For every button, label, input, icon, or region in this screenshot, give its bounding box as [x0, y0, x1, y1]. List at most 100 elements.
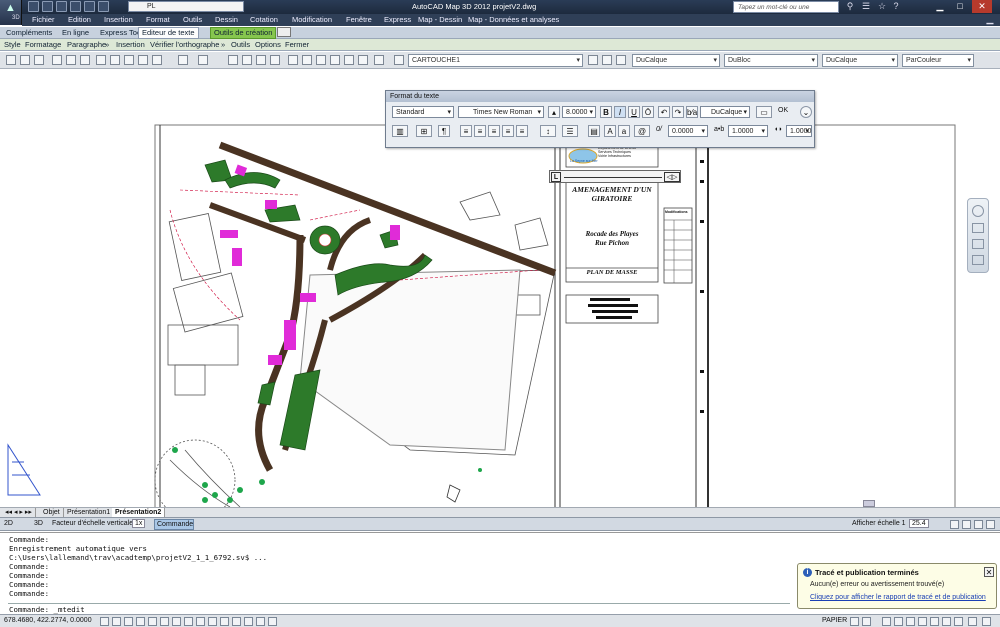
- snap-icon[interactable]: [112, 617, 121, 626]
- uppercase-icon[interactable]: A: [604, 125, 616, 137]
- panel-fermer[interactable]: Fermer: [285, 40, 309, 49]
- close-icon[interactable]: ✕: [984, 567, 994, 577]
- plot-icon[interactable]: [70, 1, 81, 12]
- mtext-ruler[interactable]: L ◁▷: [549, 170, 681, 183]
- match-properties-icon[interactable]: [138, 55, 148, 65]
- zoom-icon[interactable]: [972, 239, 984, 249]
- menu-insertion[interactable]: Insertion: [104, 15, 133, 24]
- otrack-icon[interactable]: [184, 617, 193, 626]
- italic-button[interactable]: I: [614, 106, 626, 118]
- color-dropdown[interactable]: DuCalque: [632, 54, 720, 67]
- print-icon[interactable]: [52, 55, 62, 65]
- annotative-icon[interactable]: ▴: [548, 106, 560, 118]
- stack-icon[interactable]: b⁄a: [686, 106, 698, 118]
- menu-cotation[interactable]: Cotation: [250, 15, 278, 24]
- favorites-star-icon[interactable]: ☆: [876, 1, 888, 12]
- columns-icon[interactable]: ▥: [392, 125, 408, 137]
- menu-format[interactable]: Format: [146, 15, 170, 24]
- sync-icon[interactable]: [974, 520, 983, 529]
- plot-tray-icon[interactable]: [930, 617, 939, 626]
- coordinates-readout[interactable]: 678.4680, 422.2774, 0.0000: [4, 617, 92, 624]
- menu-map-dessin[interactable]: Map - Dessin: [418, 15, 462, 24]
- isolate-objects-icon[interactable]: [918, 617, 927, 626]
- panel-style[interactable]: Style: [4, 40, 21, 49]
- distribute-icon[interactable]: ≡: [516, 125, 528, 137]
- design-center-icon[interactable]: [302, 55, 312, 65]
- cut-icon[interactable]: [96, 55, 106, 65]
- tab-outils-de-creation[interactable]: Outils de création: [210, 27, 277, 39]
- justify-icon[interactable]: ≡: [502, 125, 514, 137]
- block-editor-icon[interactable]: [152, 55, 162, 65]
- save-icon[interactable]: [56, 1, 67, 12]
- publish-icon[interactable]: [80, 55, 90, 65]
- menu-dessin[interactable]: Dessin: [215, 15, 238, 24]
- ruler-resize-icon[interactable]: ◁▷: [664, 172, 680, 182]
- panel-outils[interactable]: Outils: [231, 40, 250, 49]
- linetype-dropdown[interactable]: DuBloc: [724, 54, 818, 67]
- infer-constraints-icon[interactable]: [100, 617, 109, 626]
- ok-button[interactable]: OK: [778, 107, 788, 114]
- plotstyle-dropdown[interactable]: ParCouleur: [902, 54, 974, 67]
- text-color-dropdown[interactable]: DuCalque: [700, 106, 750, 118]
- quick-view-layouts-icon[interactable]: [850, 617, 859, 626]
- annotation-visibility-icon[interactable]: [950, 520, 959, 529]
- layer-previous-icon[interactable]: [602, 55, 612, 65]
- line-spacing-icon[interactable]: ↕: [540, 125, 556, 137]
- text-height-dropdown[interactable]: 8.0000: [562, 106, 596, 118]
- command-input[interactable]: Commande: _mtedit: [9, 605, 85, 614]
- quickcalc-icon[interactable]: [358, 55, 368, 65]
- make-current-layer-icon[interactable]: [588, 55, 598, 65]
- ortho-icon[interactable]: [136, 617, 145, 626]
- toolbar-lock-icon[interactable]: [894, 617, 903, 626]
- text-style-dropdown[interactable]: Standard: [392, 106, 454, 118]
- selection-cycling-icon[interactable]: [256, 617, 265, 626]
- app-status-icon[interactable]: [942, 617, 951, 626]
- ducs-icon[interactable]: [196, 617, 205, 626]
- numbering-icon[interactable]: ☰: [562, 125, 578, 137]
- view-3d-toggle[interactable]: 3D: [34, 520, 43, 527]
- clean-screen-icon[interactable]: [954, 617, 963, 626]
- osnap-icon[interactable]: [160, 617, 169, 626]
- orbit-icon[interactable]: [972, 255, 984, 265]
- save-icon[interactable]: [34, 55, 44, 65]
- menu-fichier[interactable]: Fichier: [32, 15, 55, 24]
- communication-center-icon[interactable]: ☰: [860, 1, 872, 12]
- command-tab[interactable]: Commande: [154, 519, 194, 530]
- status-options-icon[interactable]: [968, 617, 977, 626]
- redo-icon[interactable]: ↷: [672, 106, 684, 118]
- width-factor-input[interactable]: 1.0000: [786, 125, 812, 137]
- application-menu-button[interactable]: ▲ 3D: [0, 0, 22, 25]
- 3d-osnap-icon[interactable]: [172, 617, 181, 626]
- pan-icon[interactable]: [972, 223, 984, 233]
- markup-icon[interactable]: [344, 55, 354, 65]
- auto-scale-icon[interactable]: [962, 520, 971, 529]
- dyn-icon[interactable]: [208, 617, 217, 626]
- maximize-button[interactable]: □: [950, 0, 970, 13]
- tab-complements[interactable]: Compléments: [6, 28, 52, 37]
- panel-more-icon[interactable]: »: [105, 40, 109, 49]
- plot-report-link[interactable]: Cliquez pour afficher le rapport de trac…: [810, 594, 986, 601]
- quick-properties-icon[interactable]: [244, 617, 253, 626]
- polar-icon[interactable]: [148, 617, 157, 626]
- menu-map-donnees[interactable]: Map - Données et analyses: [468, 15, 559, 24]
- menu-fenetre[interactable]: Fenêtre: [346, 15, 372, 24]
- minimize-button[interactable]: ▁: [930, 0, 950, 13]
- panel-orthographe[interactable]: Vérifier l'orthographe: [150, 40, 219, 49]
- paragraph-icon[interactable]: ¶: [438, 125, 450, 137]
- menu-modification[interactable]: Modification: [292, 15, 332, 24]
- annotation-monitor-icon[interactable]: [268, 617, 277, 626]
- oblique-angle-input[interactable]: 0.0000: [668, 125, 708, 137]
- workspace-switch-icon[interactable]: [882, 617, 891, 626]
- tab-editeur-de-texte[interactable]: Editeur de texte: [138, 27, 199, 39]
- lock-icon[interactable]: [986, 520, 995, 529]
- fullscreen-icon[interactable]: [982, 617, 991, 626]
- paste-icon[interactable]: [124, 55, 134, 65]
- font-dropdown[interactable]: Times New Roman: [458, 106, 544, 118]
- properties-icon[interactable]: [288, 55, 298, 65]
- layer-dropdown[interactable]: CARTOUCHE1: [408, 54, 583, 67]
- help-search-input[interactable]: Tapez un mot-clé ou une expression: [733, 1, 839, 22]
- lowercase-icon[interactable]: a: [618, 125, 630, 137]
- zoom-window-icon[interactable]: [256, 55, 266, 65]
- align-left-icon[interactable]: ≡: [460, 125, 472, 137]
- grid-icon[interactable]: [124, 617, 133, 626]
